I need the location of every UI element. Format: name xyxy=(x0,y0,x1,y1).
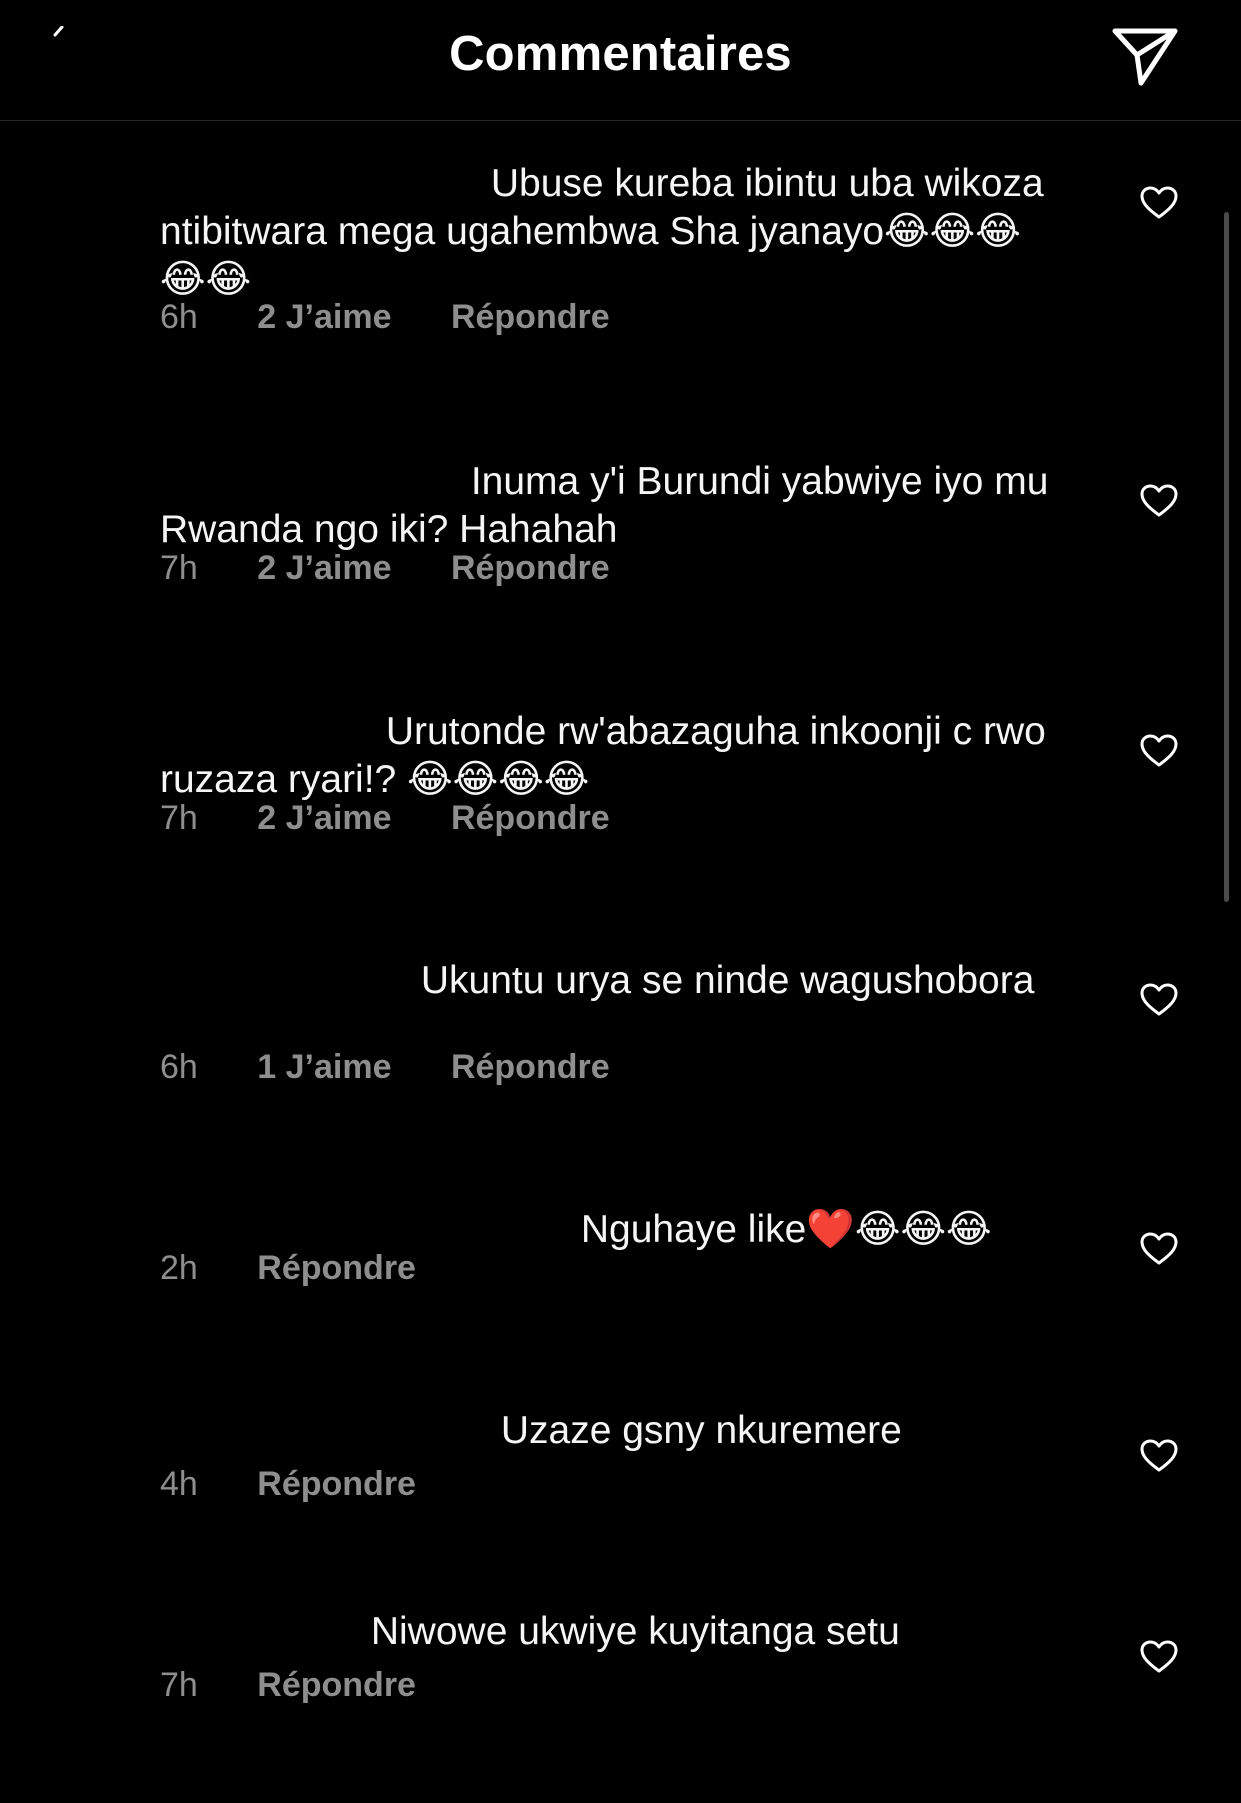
username-redacted[interactable] xyxy=(160,1604,360,1644)
username-redacted[interactable] xyxy=(160,1202,570,1242)
comment-text: Uzaze gsny nkuremere xyxy=(160,1403,1065,1455)
reply-button[interactable]: Répondre xyxy=(257,1665,416,1705)
reply-button[interactable]: Répondre xyxy=(451,798,610,838)
comment-time: 6h xyxy=(160,1048,198,1086)
comment-meta: 4h Répondre xyxy=(160,1464,416,1504)
comment-item: Ubuse kureba ibintu uba wikoza ntibitwar… xyxy=(0,156,1241,376)
comment-item: Nguhaye like❤️😂😂😂 2h Répondre xyxy=(0,1202,1241,1342)
comment-meta: 7h Répondre xyxy=(160,1665,416,1705)
comment-text: Urutonde rw'abazaguha inkoonji c rwo ruz… xyxy=(160,704,1065,804)
comment-meta: 2h Répondre xyxy=(160,1248,416,1288)
comment-text: Ukuntu urya se ninde wagushobora xyxy=(160,953,1065,1005)
comment-item: Ukuntu urya se ninde wagushobora 6h 1 J’… xyxy=(0,953,1241,1133)
heart-outline-icon[interactable] xyxy=(1140,1232,1178,1266)
comment-item: Uzaze gsny nkuremere 4h Répondre xyxy=(0,1403,1241,1543)
comment-text: Niwowe ukwiye kuyitanga setu xyxy=(160,1604,1065,1656)
comment-text: Nguhaye like❤️😂😂😂 xyxy=(160,1202,1065,1254)
comment-time: 4h xyxy=(160,1465,198,1503)
comment-time: 2h xyxy=(160,1249,198,1287)
reply-button[interactable]: Répondre xyxy=(451,1047,610,1087)
comment-meta: 6h 2 J’aime Répondre xyxy=(160,297,610,337)
comment-likes[interactable]: 2 J’aime xyxy=(257,548,391,588)
username-redacted[interactable] xyxy=(160,704,375,744)
comment-item: Inuma y'i Burundi yabwiye iyo mu Rwanda … xyxy=(0,454,1241,634)
comment-body: Ukuntu urya se ninde wagushobora xyxy=(420,959,1035,1002)
comment-item: Niwowe ukwiye kuyitanga setu 7h Répondre xyxy=(0,1604,1241,1744)
comment-body: Uzaze gsny nkuremere xyxy=(500,1409,902,1452)
heart-outline-icon[interactable] xyxy=(1140,484,1178,518)
username-redacted[interactable] xyxy=(160,454,460,494)
reply-button[interactable]: Répondre xyxy=(451,297,610,337)
reply-button[interactable]: Répondre xyxy=(257,1248,416,1288)
comment-time: 7h xyxy=(160,549,198,587)
comment-item: Urutonde rw'abazaguha inkoonji c rwo ruz… xyxy=(0,704,1241,884)
heart-outline-icon[interactable] xyxy=(1140,983,1178,1017)
comment-meta: 7h 2 J’aime Répondre xyxy=(160,548,610,588)
comment-meta: 6h 1 J’aime Répondre xyxy=(160,1047,610,1087)
comment-time: 7h xyxy=(160,799,198,837)
comment-likes[interactable]: 1 J’aime xyxy=(257,1047,391,1087)
username-redacted[interactable] xyxy=(160,953,410,993)
paper-plane-icon[interactable] xyxy=(1111,25,1179,87)
comment-time: 7h xyxy=(160,1666,198,1704)
header-bar: Commentaires xyxy=(0,0,1241,121)
page-title: Commentaires xyxy=(449,27,792,81)
comment-likes[interactable]: 2 J’aime xyxy=(257,798,391,838)
comment-body: Nguhaye like❤️😂😂😂 xyxy=(580,1208,992,1251)
heart-outline-icon[interactable] xyxy=(1140,186,1178,220)
reply-button[interactable]: Répondre xyxy=(451,548,610,588)
heart-outline-icon[interactable] xyxy=(1140,1640,1178,1674)
username-redacted[interactable] xyxy=(160,1403,490,1443)
heart-outline-icon[interactable] xyxy=(1140,734,1178,768)
heart-outline-icon[interactable] xyxy=(1140,1439,1178,1473)
username-redacted[interactable] xyxy=(160,156,480,196)
comment-text: Inuma y'i Burundi yabwiye iyo mu Rwanda … xyxy=(160,454,1065,554)
comment-time: 6h xyxy=(160,298,198,336)
comment-body: Niwowe ukwiye kuyitanga setu xyxy=(370,1610,900,1653)
comment-meta: 7h 2 J’aime Répondre xyxy=(160,798,610,838)
comment-likes[interactable]: 2 J’aime xyxy=(257,297,391,337)
reply-button[interactable]: Répondre xyxy=(257,1464,416,1504)
comment-text: Ubuse kureba ibintu uba wikoza ntibitwar… xyxy=(160,156,1065,304)
